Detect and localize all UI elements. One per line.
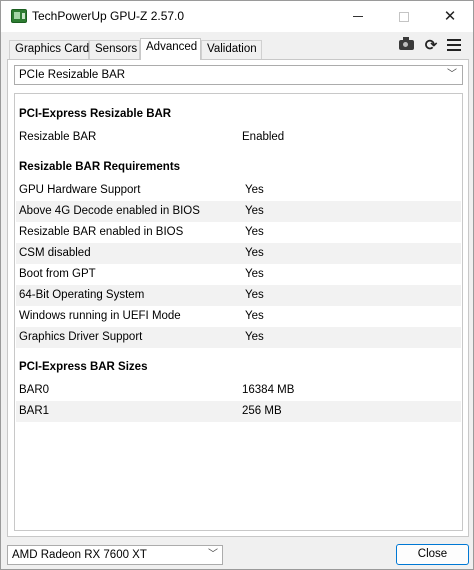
row-label: Resizable BAR [19,131,97,143]
tab-validation[interactable]: Validation [201,40,262,59]
table-row: Windows running in UEFI Mode Yes [16,306,461,327]
row-value: Enabled [242,131,285,143]
section-title-resizable-bar: PCI-Express Resizable BAR [19,108,172,120]
advanced-panel: PCIe Resizable BAR ﹀ PCI-Express Resizab… [7,59,469,537]
row-value: Yes [245,331,264,343]
row-label: Resizable BAR enabled in BIOS [19,226,184,238]
table-row: CSM disabled Yes [16,243,461,264]
minimize-button[interactable] [335,1,381,32]
refresh-icon[interactable]: ⟳ [421,37,441,54]
minimize-icon [353,16,363,17]
section-title-requirements: Resizable BAR Requirements [19,161,181,173]
row-value: Yes [245,268,264,280]
maximize-button[interactable] [381,1,427,32]
row-value: 256 MB [242,405,282,417]
row-value: Yes [245,310,264,322]
details-list: PCI-Express Resizable BAR Resizable BAR … [14,93,463,531]
close-button[interactable]: Close [396,544,469,565]
gpu-card-icon [11,9,27,23]
row-label: Windows running in UEFI Mode [19,310,181,322]
row-label: Graphics Driver Support [19,331,143,343]
window-title: TechPowerUp GPU-Z 2.57.0 [32,9,185,23]
table-row: Boot from GPT Yes [16,264,461,285]
row-label: CSM disabled [19,247,91,259]
gpu-select[interactable]: AMD Radeon RX 7600 XT ﹀ [7,545,223,565]
close-icon: ✕ [443,8,457,25]
row-value: Yes [245,247,264,259]
table-row: Above 4G Decode enabled in BIOS Yes [16,201,461,222]
table-row: GPU Hardware Support Yes [16,180,461,201]
chevron-down-icon: ﹀ [208,549,218,560]
screenshot-button[interactable] [396,37,416,53]
table-row: 64-Bit Operating System Yes [16,285,461,306]
tab-graphics-card[interactable]: Graphics Card [9,40,89,59]
table-row: Resizable BAR enabled in BIOS Yes [16,222,461,243]
row-label: BAR0 [19,384,50,396]
table-row: BAR1 256 MB [16,401,461,422]
row-label: BAR1 [19,405,50,417]
gpu-select-value: AMD Radeon RX 7600 XT [12,549,147,561]
chevron-down-icon: ﹀ [447,69,457,80]
section-title-bar-sizes: PCI-Express BAR Sizes [19,361,148,373]
gpuz-window: TechPowerUp GPU-Z 2.57.0 ✕ Graphics Card… [0,0,474,570]
table-row: Graphics Driver Support Yes [16,327,461,348]
window-close-button[interactable]: ✕ [427,1,473,32]
table-row: BAR0 16384 MB [16,380,461,401]
row-label: Above 4G Decode enabled in BIOS [19,205,200,217]
table-row: Resizable BAR Enabled [16,127,461,148]
row-value: Yes [245,205,264,217]
row-label: Boot from GPT [19,268,96,280]
row-value: Yes [245,184,264,196]
row-label: GPU Hardware Support [19,184,141,196]
maximize-icon [399,11,409,22]
title-bar: TechPowerUp GPU-Z 2.57.0 ✕ [1,1,473,32]
row-value: Yes [245,226,264,238]
tab-advanced[interactable]: Advanced [140,38,201,60]
row-label: 64-Bit Operating System [19,289,145,301]
tab-sensors[interactable]: Sensors [89,40,140,59]
camera-icon [398,37,414,50]
row-value: Yes [245,289,264,301]
row-value: 16384 MB [242,384,295,396]
menu-icon[interactable] [447,39,461,51]
category-select-value: PCIe Resizable BAR [19,69,126,81]
category-select[interactable]: PCIe Resizable BAR ﹀ [14,65,463,85]
